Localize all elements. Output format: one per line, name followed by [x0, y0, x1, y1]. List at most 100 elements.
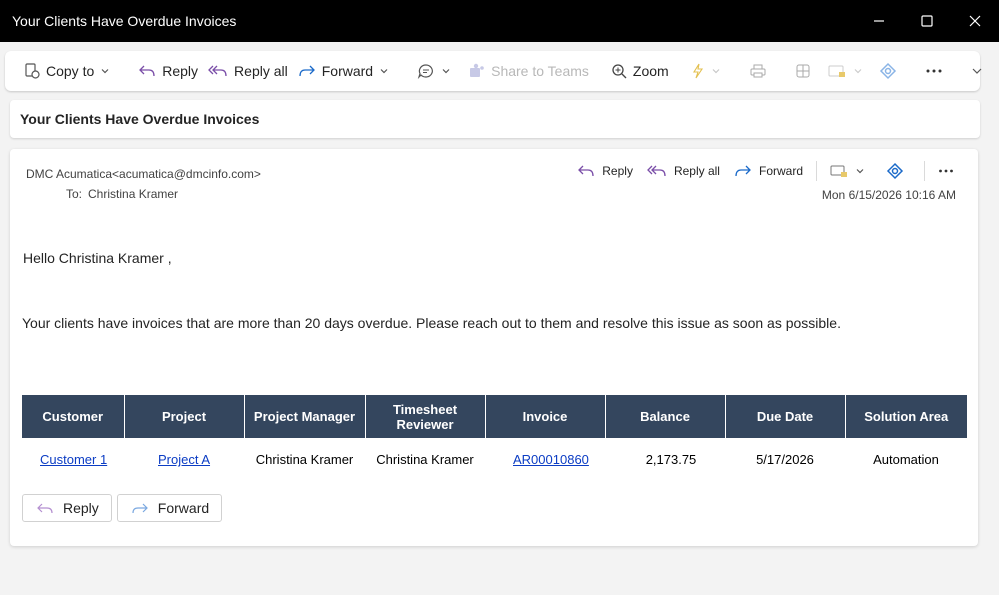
project-manager-cell: Christina Kramer: [255, 452, 354, 467]
message-actions: Reply Reply all Forward: [570, 159, 968, 183]
minimize-button[interactable]: [855, 0, 903, 42]
message-date: Mon 6/15/2026 10:16 AM: [821, 188, 956, 202]
forward-label: Forward: [321, 63, 374, 79]
apps-grid-icon: [796, 64, 810, 78]
reply-icon: [37, 503, 53, 514]
message-loop-button[interactable]: [879, 159, 918, 183]
column-header: Project Manager: [244, 395, 366, 438]
message-reply-all-label: Reply all: [673, 164, 720, 178]
close-icon: [969, 15, 981, 27]
to-label: To:: [66, 187, 83, 201]
message-tag-button[interactable]: [823, 159, 879, 183]
actions-divider: [816, 161, 817, 181]
zoom-label: Zoom: [632, 63, 669, 79]
timesheet-reviewer-cell: Christina Kramer: [376, 452, 474, 467]
quick-reply-buttons: Reply Forward: [22, 494, 223, 522]
copy-icon: [25, 63, 40, 79]
chevron-down-icon: [380, 69, 388, 74]
loop-icon: [886, 162, 904, 180]
print-icon: [750, 64, 766, 78]
message-reply-label: Reply: [602, 164, 633, 178]
customer-link[interactable]: Customer 1: [40, 452, 107, 467]
maximize-button[interactable]: [903, 0, 951, 42]
sender: DMC Acumatica<acumatica@dmcinfo.com>: [26, 167, 261, 181]
reply-label: Reply: [162, 63, 199, 79]
invoice-cell: AR00010860: [485, 438, 605, 481]
column-header: Project: [124, 395, 245, 438]
project-link[interactable]: Project A: [158, 452, 210, 467]
message-more-button[interactable]: [931, 159, 968, 183]
due-date-cell: 5/17/2026: [756, 452, 814, 467]
customer-cell: Customer 1: [22, 438, 124, 481]
apps-button[interactable]: [790, 57, 822, 85]
bottom-reply-label: Reply: [63, 500, 99, 516]
invoice-link[interactable]: AR00010860: [513, 452, 589, 467]
teams-icon: [470, 63, 484, 77]
copy-to-button[interactable]: Copy to: [19, 57, 121, 85]
expand-toolbar-button[interactable]: [966, 57, 994, 85]
close-button[interactable]: [951, 0, 999, 42]
message-reply-button[interactable]: Reply: [570, 159, 640, 183]
actions-divider: [924, 161, 925, 181]
recipient: Christina Kramer: [88, 187, 179, 201]
solution-area-cell: Automation: [873, 452, 939, 467]
more-options-button[interactable]: [920, 57, 954, 85]
reply-all-icon: [208, 65, 227, 77]
print-button[interactable]: [744, 57, 778, 85]
reply-button[interactable]: Reply: [133, 57, 203, 85]
minimize-icon: [874, 20, 884, 22]
bottom-forward-button[interactable]: Forward: [116, 494, 223, 522]
reply-icon: [578, 165, 594, 177]
tag-icon: [830, 165, 847, 177]
table-row: Customer 1 Project A Christina Kramer Ch…: [22, 438, 967, 481]
column-header: Customer: [22, 395, 125, 438]
column-header: Due Date: [725, 395, 846, 438]
tag-button[interactable]: [822, 57, 874, 85]
loop-icon: [879, 62, 896, 80]
column-header: Timesheet Reviewer: [365, 395, 486, 438]
loop-button[interactable]: [874, 57, 908, 85]
zoom-button[interactable]: Zoom: [606, 57, 674, 85]
window-title: Your Clients Have Overdue Invoices: [12, 13, 237, 29]
balance-cell: 2,173.75: [645, 452, 697, 467]
message-card: DMC Acumatica<acumatica@dmcinfo.com> To:…: [10, 149, 978, 546]
forward-icon: [735, 165, 751, 177]
chevron-down-icon: [972, 68, 982, 74]
message-forward-label: Forward: [758, 164, 803, 178]
chat-button[interactable]: [412, 57, 462, 85]
reply-all-label: Reply all: [234, 63, 288, 79]
maximize-icon: [921, 15, 933, 27]
reply-icon: [139, 65, 155, 77]
tag-icon: [828, 65, 845, 77]
reply-all-icon: [647, 165, 666, 177]
greeting-text: Hello Christina Kramer ,: [23, 250, 172, 266]
lightning-icon: [692, 63, 703, 79]
forward-icon: [299, 65, 315, 77]
chevron-down-icon: [101, 69, 109, 74]
bottom-reply-button[interactable]: Reply: [22, 494, 112, 522]
intro-text: Your clients have invoices that are more…: [22, 315, 841, 331]
recipient-line: To: Christina Kramer: [66, 187, 178, 201]
forward-button[interactable]: Forward: [293, 57, 400, 85]
bottom-forward-label: Forward: [157, 500, 210, 516]
column-header: Balance: [605, 395, 726, 438]
chevron-down-icon: [856, 169, 864, 174]
subject-heading: Your Clients Have Overdue Invoices: [10, 100, 980, 138]
message-toolbar: Copy to Reply Reply all Forward Share to…: [5, 51, 982, 91]
reply-all-button[interactable]: Reply all: [203, 57, 293, 85]
chevron-down-icon: [442, 69, 450, 74]
message-forward-button[interactable]: Forward: [727, 159, 810, 183]
column-header: Solution Area: [845, 395, 967, 438]
more-icon: [939, 169, 953, 173]
actions-button[interactable]: [686, 57, 732, 85]
more-icon: [926, 69, 942, 73]
column-header: Invoice: [485, 395, 606, 438]
share-to-teams-button[interactable]: Share to Teams: [462, 57, 594, 85]
title-bar: Your Clients Have Overdue Invoices: [0, 0, 999, 42]
copy-to-label: Copy to: [46, 63, 95, 79]
table-header-row: Customer Project Project Manager Timeshe…: [22, 395, 967, 438]
project-cell: Project A: [124, 438, 244, 481]
zoom-icon: [612, 64, 627, 79]
share-to-teams-label: Share to Teams: [491, 63, 589, 79]
message-reply-all-button[interactable]: Reply all: [640, 159, 727, 183]
